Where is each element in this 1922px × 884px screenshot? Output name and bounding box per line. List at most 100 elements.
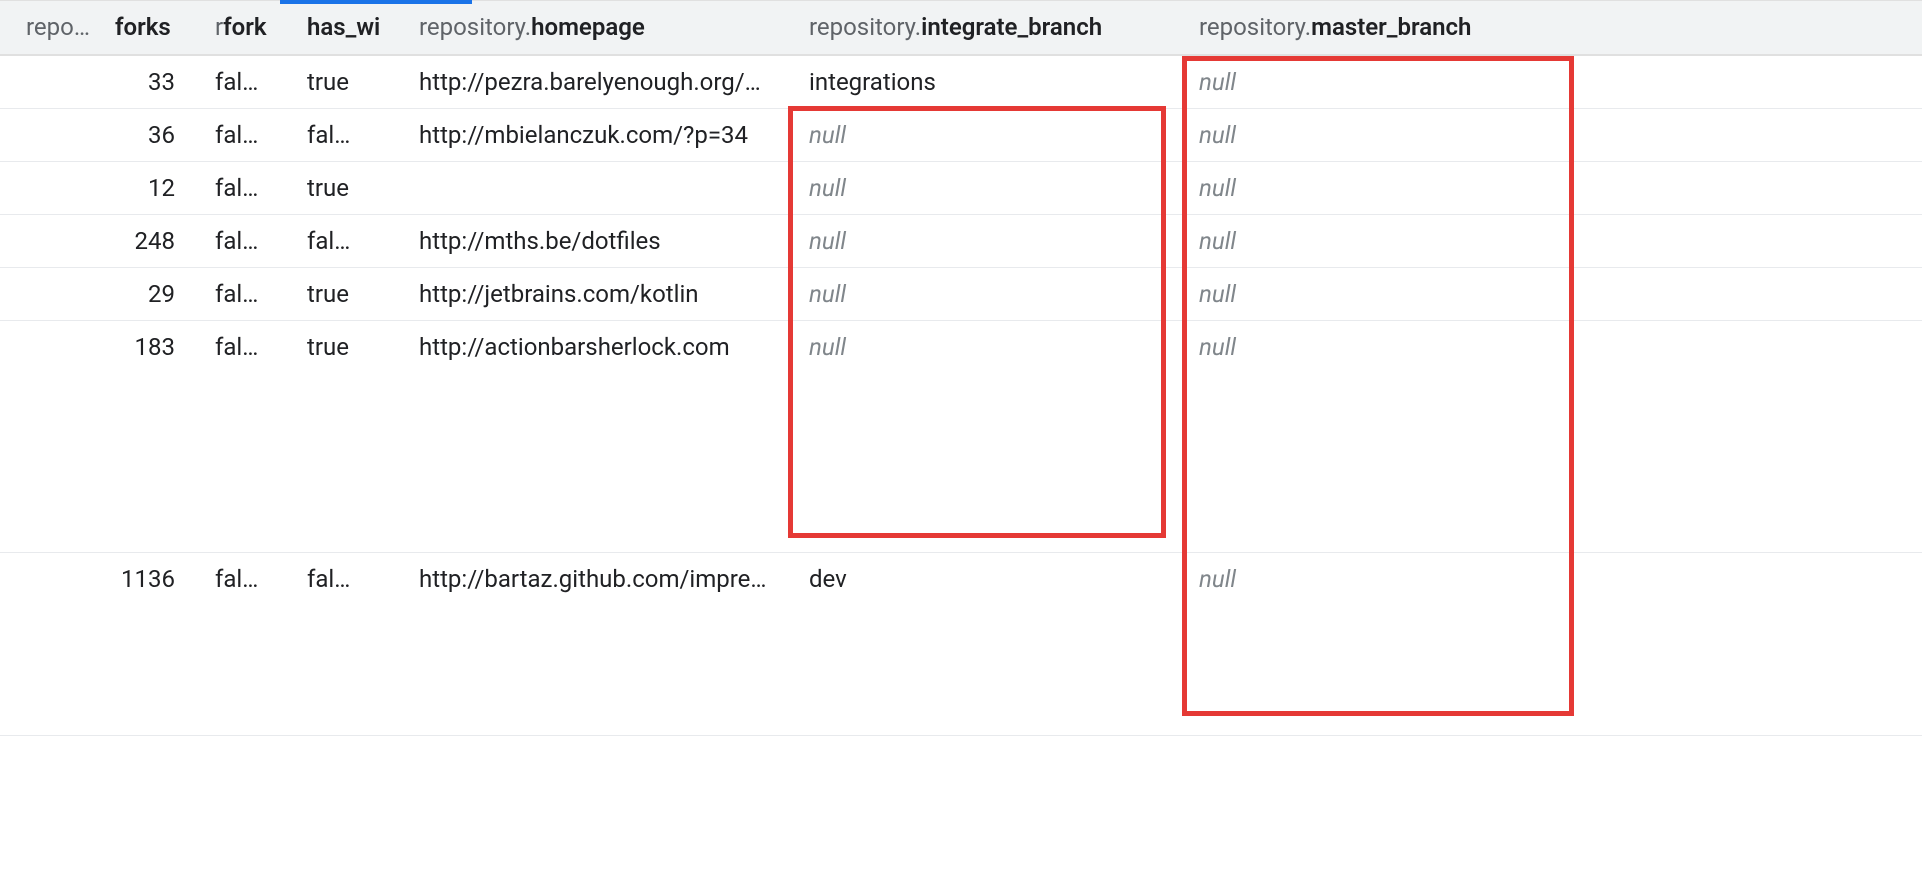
table-row[interactable]: 33 fal… true http://pezra.barelyenough.org/… bbox=[0, 55, 1922, 109]
cell-forks[interactable]: 1136 bbox=[0, 552, 115, 735]
cell-value: true bbox=[307, 174, 349, 202]
header-prefix: repository. bbox=[419, 13, 531, 41]
table-row[interactable]: 1136 fal… fal… http://bartaz.github.com/imp… bbox=[0, 552, 1922, 735]
cell-homepage[interactable]: http://bartaz.github.com/impre… bbox=[401, 552, 791, 735]
header-prefix: repository. bbox=[809, 13, 921, 41]
cell-forks-value[interactable] bbox=[115, 161, 197, 214]
cell-integrate-branch[interactable]: null bbox=[791, 108, 1181, 161]
cell-integrate-branch[interactable]: null bbox=[791, 161, 1181, 214]
column-header-integrate-branch[interactable]: repository.integrate_branch bbox=[791, 1, 1181, 55]
cell-haswi[interactable]: fal… bbox=[289, 552, 401, 735]
null-value: null bbox=[809, 121, 846, 149]
cell-homepage[interactable]: http://pezra.barelyenough.org/… bbox=[401, 55, 791, 109]
null-value: null bbox=[1199, 227, 1236, 255]
cell-master-branch[interactable]: null bbox=[1181, 320, 1571, 552]
cell-value: http://mbielanczuk.com/?p=34 bbox=[419, 121, 748, 149]
cell-rfork[interactable]: fal… bbox=[197, 161, 289, 214]
cell-forks-value[interactable] bbox=[115, 108, 197, 161]
cell-rfork[interactable]: fal… bbox=[197, 108, 289, 161]
cell-rfork[interactable]: fal… bbox=[197, 320, 289, 552]
cell-forks-value[interactable] bbox=[115, 55, 197, 109]
null-value: null bbox=[809, 333, 846, 361]
cell-value: fal… bbox=[215, 227, 258, 255]
column-header-forks[interactable]: forks bbox=[115, 1, 197, 55]
table-row[interactable]: 12 fal… true null null bbox=[0, 161, 1922, 214]
cell-haswi[interactable]: true bbox=[289, 320, 401, 552]
cell-forks-value[interactable] bbox=[115, 214, 197, 267]
cell-master-branch[interactable]: null bbox=[1181, 108, 1571, 161]
table-row[interactable]: 248 fal… fal… http://mths.be/dotfiles nullnu… bbox=[0, 214, 1922, 267]
cell-homepage[interactable]: http://jetbrains.com/kotlin bbox=[401, 267, 791, 320]
cell-rfork[interactable]: fal… bbox=[197, 214, 289, 267]
cell-forks[interactable]: 29 bbox=[0, 267, 115, 320]
cell-forks-value[interactable] bbox=[115, 320, 197, 552]
cell-forks[interactable]: 36 bbox=[0, 108, 115, 161]
cell-value: fal… bbox=[215, 280, 258, 308]
column-header-fork[interactable]: rfork bbox=[197, 1, 289, 55]
header-prefix: repository. bbox=[1199, 13, 1311, 41]
cell-rfork[interactable]: fal… bbox=[197, 55, 289, 109]
cell-haswi[interactable]: true bbox=[289, 267, 401, 320]
header-bold: forks bbox=[115, 13, 171, 41]
cell-value: http://bartaz.github.com/impre… bbox=[419, 565, 766, 593]
null-value: null bbox=[1199, 565, 1236, 593]
cell-haswi[interactable]: true bbox=[289, 55, 401, 109]
cell-value: http://mths.be/dotfiles bbox=[419, 227, 661, 255]
cell-homepage[interactable]: http://mbielanczuk.com/?p=34 bbox=[401, 108, 791, 161]
cell-forks[interactable]: 248 bbox=[0, 214, 115, 267]
cell-master-branch[interactable]: null bbox=[1181, 161, 1571, 214]
cell-master-branch[interactable]: null bbox=[1181, 214, 1571, 267]
cell-padding bbox=[1571, 552, 1922, 735]
table-row[interactable]: 36 fal… fal… http://mbielanczuk.com/?p=34 nu… bbox=[0, 108, 1922, 161]
cell-master-branch[interactable]: null bbox=[1181, 267, 1571, 320]
cell-value: dev bbox=[809, 565, 847, 593]
cell-forks[interactable]: 12 bbox=[0, 161, 115, 214]
cell-forks[interactable]: 183 bbox=[0, 320, 115, 552]
cell-master-branch[interactable]: null bbox=[1181, 552, 1571, 735]
header-prefix: r bbox=[215, 13, 223, 41]
cell-value: fal… bbox=[215, 333, 258, 361]
column-header-reposit[interactable]: reposit… bbox=[0, 1, 115, 55]
cell-value: fal… bbox=[215, 121, 258, 149]
table-row[interactable]: 183 fal… true http://actionbarsherlock.com n… bbox=[0, 320, 1922, 552]
cell-integrate-branch[interactable]: integrations bbox=[791, 55, 1181, 109]
cell-haswi[interactable]: fal… bbox=[289, 214, 401, 267]
table-row[interactable]: 29 fal… truehttp://jetbrains.com/kotlin nul… bbox=[0, 267, 1922, 320]
cell-padding bbox=[1571, 214, 1922, 267]
cell-value: fal… bbox=[307, 565, 350, 593]
header-bold: has_wi bbox=[307, 13, 380, 41]
cell-integrate-branch[interactable]: null bbox=[791, 267, 1181, 320]
cell-value: true bbox=[307, 68, 349, 96]
cell-value: fal… bbox=[307, 227, 350, 255]
null-value: null bbox=[1199, 333, 1236, 361]
cell-forks[interactable]: 33 bbox=[0, 55, 115, 109]
table-header-row: reposit… forks rfork has_wi repository.h… bbox=[0, 1, 1922, 55]
cell-homepage[interactable]: http://mths.be/dotfiles bbox=[401, 214, 791, 267]
cell-padding bbox=[1571, 320, 1922, 552]
cell-value: fal… bbox=[215, 174, 258, 202]
cell-homepage[interactable] bbox=[401, 161, 791, 214]
null-value: null bbox=[1199, 121, 1236, 149]
null-value: null bbox=[1199, 174, 1236, 202]
cell-haswi[interactable]: true bbox=[289, 161, 401, 214]
cell-value: http://actionbarsherlock.com bbox=[419, 333, 730, 361]
column-header-master-branch[interactable]: repository.master_branch bbox=[1181, 1, 1571, 55]
cell-haswi[interactable]: fal… bbox=[289, 108, 401, 161]
cell-value: integrations bbox=[809, 68, 936, 96]
column-header-haswi[interactable]: has_wi bbox=[289, 1, 401, 55]
cell-homepage[interactable]: http://actionbarsherlock.com bbox=[401, 320, 791, 552]
cell-rfork[interactable]: fal… bbox=[197, 267, 289, 320]
cell-master-branch[interactable]: null bbox=[1181, 55, 1571, 109]
cell-padding bbox=[1571, 108, 1922, 161]
header-bold: homepage bbox=[531, 13, 645, 41]
cell-rfork[interactable]: fal… bbox=[197, 552, 289, 735]
column-header-homepage[interactable]: repository.homepage bbox=[401, 1, 791, 55]
cell-value: fal… bbox=[307, 121, 350, 149]
cell-integrate-branch[interactable]: null bbox=[791, 214, 1181, 267]
cell-integrate-branch[interactable]: dev bbox=[791, 552, 1181, 735]
cell-forks-value[interactable] bbox=[115, 552, 197, 735]
null-value: null bbox=[809, 280, 846, 308]
cell-forks-value[interactable] bbox=[115, 267, 197, 320]
cell-padding bbox=[1571, 267, 1922, 320]
cell-integrate-branch[interactable]: null bbox=[791, 320, 1181, 552]
